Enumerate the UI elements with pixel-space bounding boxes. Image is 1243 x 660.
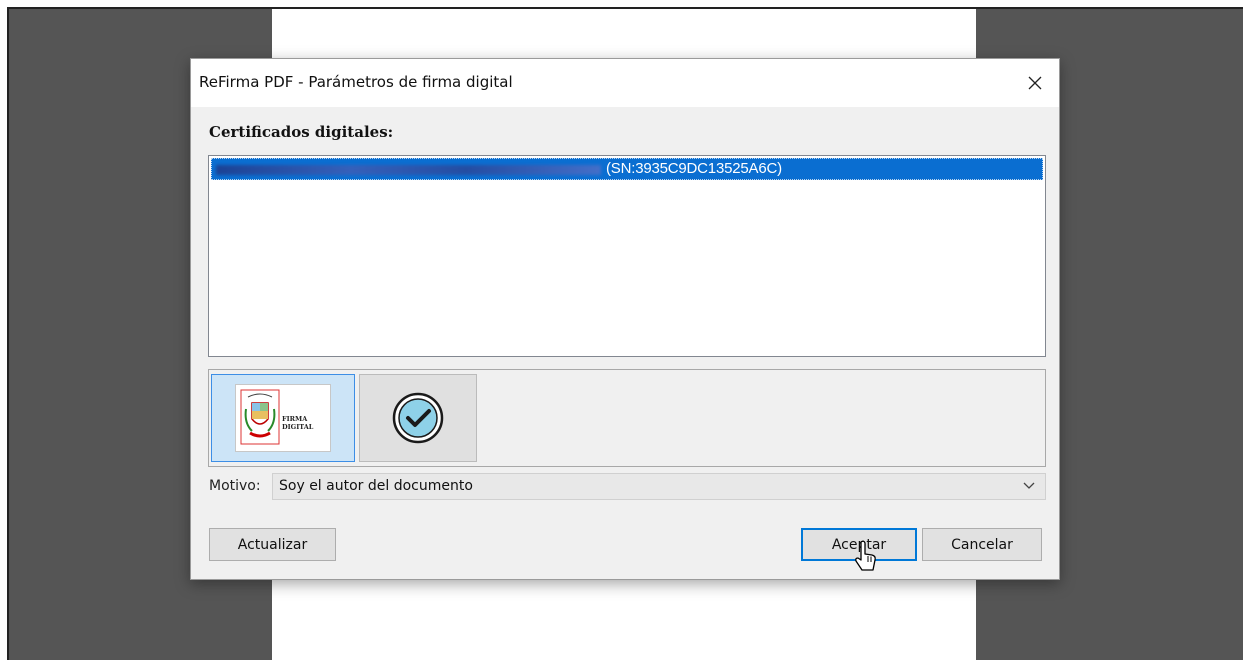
motivo-select[interactable]: Soy el autor del documento xyxy=(272,473,1046,500)
signature-parameters-dialog: ReFirma PDF - Parámetros de firma digita… xyxy=(190,58,1060,580)
certificates-label: Certificados digitales: xyxy=(209,123,394,141)
signature-image-selector: FIRMA DIGITAL xyxy=(208,369,1046,467)
signature-image-option-check[interactable] xyxy=(359,374,477,462)
certificates-list[interactable]: (SN:3935C9DC13525A6C) xyxy=(208,155,1046,357)
firma-digital-seal: FIRMA DIGITAL xyxy=(235,384,331,452)
chevron-down-icon xyxy=(1023,482,1035,489)
dialog-title: ReFirma PDF - Parámetros de firma digita… xyxy=(199,73,513,91)
motivo-value: Soy el autor del documento xyxy=(279,478,473,494)
certificate-item[interactable]: (SN:3935C9DC13525A6C) xyxy=(211,158,1043,180)
certificate-serial: (SN:3935C9DC13525A6C) xyxy=(606,160,782,177)
aceptar-button[interactable]: Aceptar xyxy=(801,528,917,561)
close-icon xyxy=(1028,76,1042,90)
close-button[interactable] xyxy=(1011,59,1059,107)
check-circle-icon xyxy=(392,392,444,444)
seal-label: FIRMA DIGITAL xyxy=(282,415,314,431)
dialog-titlebar: ReFirma PDF - Parámetros de firma digita… xyxy=(191,59,1059,107)
redacted-certificate-name xyxy=(216,165,601,175)
motivo-label: Motivo: xyxy=(209,478,261,494)
signature-image-option-seal[interactable]: FIRMA DIGITAL xyxy=(211,374,355,462)
coat-of-arms-icon xyxy=(240,389,280,445)
actualizar-button[interactable]: Actualizar xyxy=(209,528,336,561)
cancelar-button[interactable]: Cancelar xyxy=(922,528,1042,561)
